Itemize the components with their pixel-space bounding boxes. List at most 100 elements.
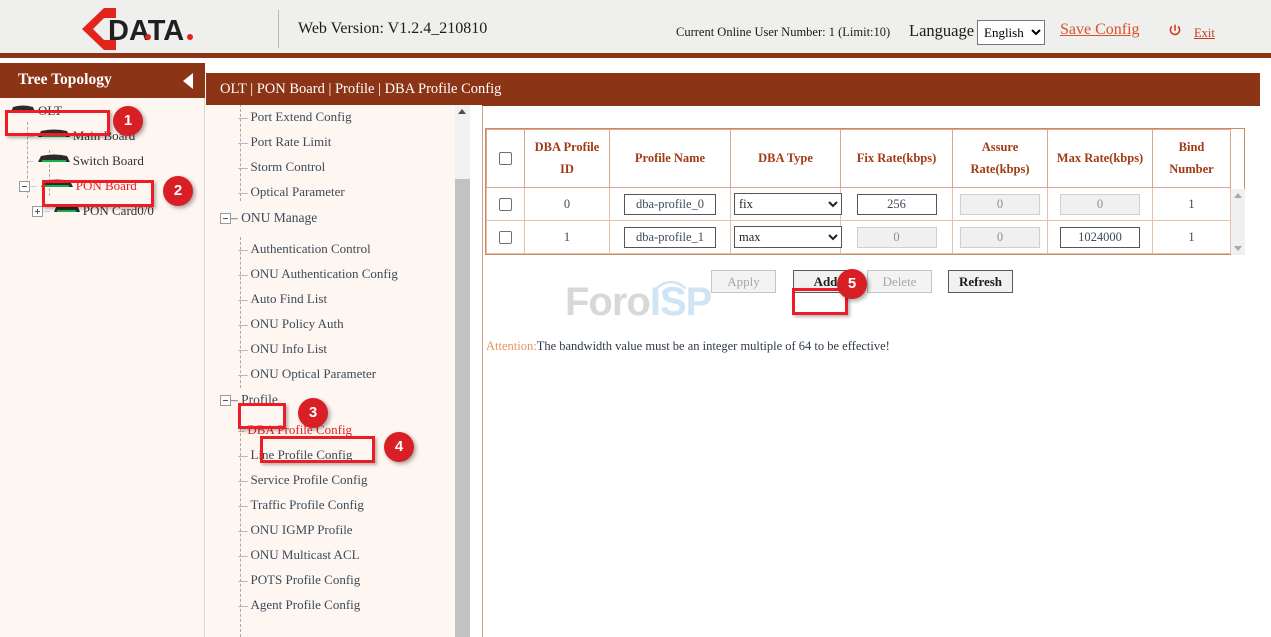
nav-label: Auto Find List [251,291,328,306]
tree-expand-icon[interactable] [32,206,43,217]
col-profile-name: Profile Name [610,130,731,188]
select-all-header [487,130,525,188]
dba-type-select[interactable]: fix [734,193,842,215]
max-rate-input[interactable] [1060,227,1140,248]
nav-label: Service Profile Config [251,472,368,487]
nav-scrollbar[interactable] [455,105,470,637]
nav-twig-icon: --- [238,269,248,281]
profile-name-input[interactable] [624,227,716,248]
device-icon [40,178,74,194]
nav-twig-icon: – [231,392,238,407]
cell-bind-number: 1 [1153,188,1231,221]
nav-label: Authentication Control [251,241,371,256]
scroll-up-arrow-icon[interactable] [1234,193,1242,198]
nav-twig-icon: --- [238,344,248,356]
exit-link[interactable]: Exit [1194,26,1215,41]
add-button[interactable]: Add [793,270,858,293]
nav-label: Agent Profile Config [251,597,361,612]
col-dba-profile-id: DBA Profile ID [525,130,610,188]
device-icon [53,203,81,219]
nav-collapse-icon[interactable] [220,213,231,224]
save-config-link[interactable]: Save Config [1060,21,1140,39]
nav-item-port-extend-config[interactable]: ---Port Extend Config [206,105,455,130]
nav-item-onu-optical-parameter[interactable]: ---ONU Optical Parameter [206,362,455,387]
fix-rate-input[interactable] [857,227,937,248]
nav-item-storm-control[interactable]: ---Storm Control [206,155,455,180]
cell-profile-name [610,188,731,221]
assure-rate-input[interactable] [960,227,1040,248]
sidebar-item-olt[interactable]: OLT [0,98,205,123]
row-checkbox[interactable] [499,198,512,211]
scroll-up-arrow-icon[interactable] [458,109,466,114]
nav-item-service-profile-config[interactable]: ---Service Profile Config [206,468,455,493]
scroll-down-arrow-icon[interactable] [1234,246,1242,251]
dba-type-select[interactable]: max [734,226,842,248]
nav-item-port-rate-limit[interactable]: ---Port Rate Limit [206,130,455,155]
apply-button[interactable]: Apply [711,270,776,293]
cell-fix-rate [841,221,953,254]
table-scrollbar[interactable] [1231,189,1245,255]
nav-item-auto-find-list[interactable]: ---Auto Find List [206,287,455,312]
nav-item-optical-parameter[interactable]: ---Optical Parameter [206,180,455,205]
nav-main-gap [470,105,482,637]
svg-text:DATA: DATA [108,15,184,47]
nav-twig-icon: -- [238,425,244,437]
tree-twig-icon: – [44,205,50,217]
sidebar-item-pon-board[interactable]: – PON Board [0,173,205,198]
nav-item-authentication-control[interactable]: ---Authentication Control [206,237,455,262]
select-all-checkbox[interactable] [499,152,512,165]
nav-item-onu-info-list[interactable]: ---ONU Info List [206,337,455,362]
row-checkbox[interactable] [499,231,512,244]
attention-text: The bandwidth value must be an integer m… [537,339,890,353]
sidebar-item-main-board[interactable]: – Main Board [0,123,205,148]
nav-label: Traffic Profile Config [251,497,364,512]
table-row: 1 max [487,221,1231,254]
delete-button[interactable]: Delete [867,270,932,293]
device-tree: OLT – Main Board – [0,98,205,223]
nav-group-onu-manage[interactable]: – ONU Manage [206,205,455,237]
nav-twig-icon: --- [238,600,248,612]
max-rate-input[interactable] [1060,194,1140,215]
col-assure-rate: AssureRate(kbps) [953,130,1048,188]
nav-label: ONU Optical Parameter [251,366,377,381]
nav-label: ONU Multicast ACL [251,547,360,562]
nav-scroll-thumb[interactable] [455,179,470,637]
nav-item-onu-policy-auth[interactable]: ---ONU Policy Auth [206,312,455,337]
sidebar-item-pon-card[interactable]: – PON Card0/0 [0,198,205,223]
sidebar-label-switch-board: Switch Board [73,153,144,168]
cdata-logo: DATA [70,6,220,52]
tree-twig-icon: – [28,155,34,167]
sidebar-label-pon-card: PON Card0/0 [83,203,154,218]
nav-item-dba-profile-config[interactable]: --DBA Profile Config [206,418,455,443]
sidebar-label-main-board: Main Board [73,128,135,143]
nav-item-pots-profile-config[interactable]: ---POTS Profile Config [206,568,455,593]
cell-assure-rate [953,221,1048,254]
language-select[interactable]: English [977,20,1045,45]
fix-rate-input[interactable] [857,194,937,215]
nav-item-onu-igmp-profile[interactable]: ---ONU IGMP Profile [206,518,455,543]
profile-name-input[interactable] [624,194,716,215]
action-button-row: Apply Add Delete Refresh [483,270,1243,304]
nav-item-onu-multicast-acl[interactable]: ---ONU Multicast ACL [206,543,455,568]
nav-twig-icon: --- [238,112,248,124]
nav-twig-icon: --- [238,369,248,381]
sidebar-item-switch-board[interactable]: – Switch Board [0,148,205,173]
nav-item-onu-authentication-config[interactable]: ---ONU Authentication Config [206,262,455,287]
nav-label: Line Profile Config [251,447,353,462]
nav-collapse-icon[interactable] [220,395,231,406]
refresh-button[interactable]: Refresh [948,270,1013,293]
power-icon[interactable] [1168,24,1182,38]
feature-nav-menu: ---Port Extend Config ---Port Rate Limit… [206,105,455,637]
col-bind-number: Bind Number [1153,130,1231,188]
sidebar-label-pon-board: PON Board [76,178,137,193]
assure-rate-input[interactable] [960,194,1040,215]
nav-item-agent-profile-config[interactable]: ---Agent Profile Config [206,593,455,618]
nav-label: Profile [241,392,278,407]
nav-group-profile[interactable]: – Profile [206,387,455,418]
tree-collapse-icon[interactable] [19,181,30,192]
nav-twig-icon: --- [238,525,248,537]
nav-item-traffic-profile-config[interactable]: ---Traffic Profile Config [206,493,455,518]
nav-item-line-profile-config[interactable]: ---Line Profile Config [206,443,455,468]
sidebar-collapse-icon[interactable] [183,73,193,89]
nav-label: Optical Parameter [251,184,345,199]
